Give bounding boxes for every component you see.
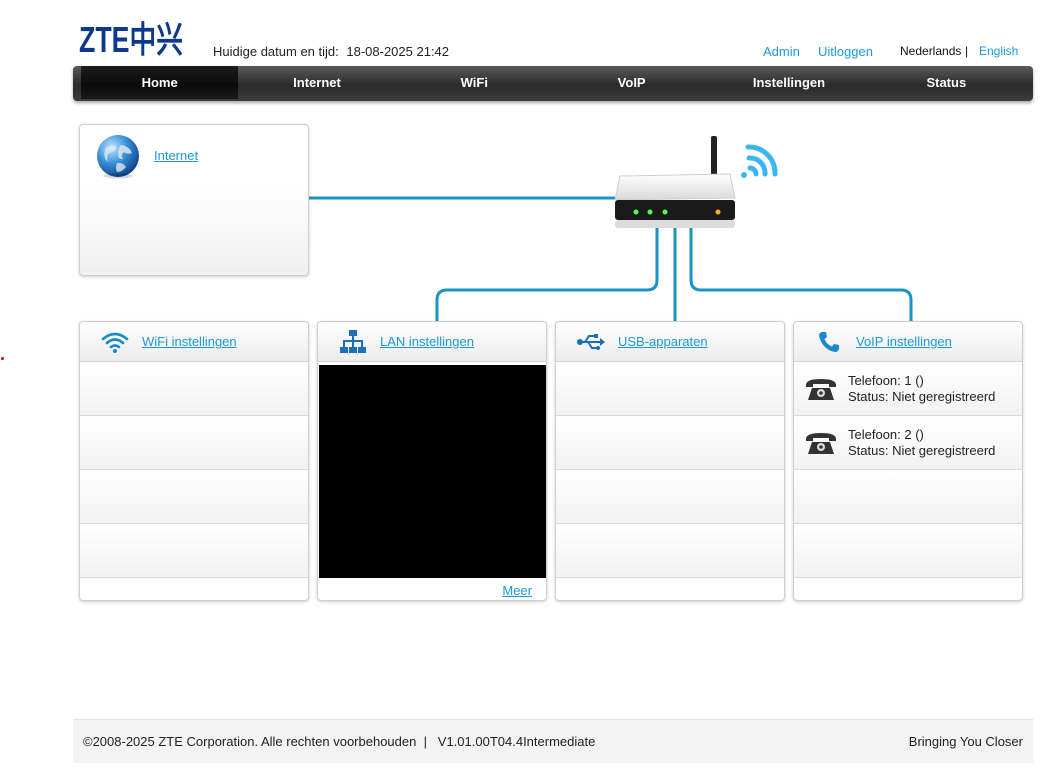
usb-card: USB-apparaten — [555, 321, 785, 601]
list-item — [556, 362, 784, 416]
router-icon — [614, 136, 778, 228]
lang-english-link[interactable]: English — [979, 44, 1018, 58]
current-datetime: Huidige datum en tijd: 18-08-2025 21:42 — [213, 44, 449, 59]
tab-internet[interactable]: Internet — [238, 66, 395, 99]
phone-line-2: Telefoon: 2 () Status: Niet geregistreer… — [794, 416, 1022, 470]
tab-wifi[interactable]: WiFi — [396, 66, 553, 99]
list-item — [80, 524, 308, 578]
usb-card-header: USB-apparaten — [556, 322, 784, 362]
wifi-settings-link[interactable]: WiFi instellingen — [142, 334, 237, 349]
lang-dutch[interactable]: Nederlands — [900, 44, 961, 58]
footer-slogan: Bringing You Closer — [908, 734, 1023, 749]
internet-link[interactable]: Internet — [154, 148, 198, 163]
lan-card-header: LAN instellingen — [318, 322, 546, 362]
zte-logo: ZTE中兴 — [79, 19, 183, 57]
tab-home[interactable]: Home — [81, 66, 239, 99]
tab-voip[interactable]: VoIP — [553, 66, 710, 99]
wifi-icon — [100, 329, 130, 355]
admin-link[interactable]: Admin — [763, 44, 800, 59]
list-item — [794, 470, 1022, 524]
network-icon — [338, 329, 368, 355]
lan-settings-link[interactable]: LAN instellingen — [380, 334, 474, 349]
usb-icon — [576, 329, 606, 355]
svg-text:ZTE中兴: ZTE中兴 — [79, 19, 183, 57]
usb-devices-link[interactable]: USB-apparaten — [618, 334, 708, 349]
lan-card: LAN instellingen Meer — [317, 321, 547, 601]
voip-card-header: VoIP instellingen — [794, 322, 1022, 362]
list-item — [556, 416, 784, 470]
telephone-icon — [806, 378, 836, 400]
phone-line-1: Telefoon: 1 () Status: Niet geregistreer… — [794, 362, 1022, 416]
tab-status[interactable]: Status — [868, 66, 1025, 99]
phone-line-status: Status: Niet geregistreerd — [848, 442, 996, 458]
list-item — [556, 470, 784, 524]
footer: ©2008-2025 ZTE Corporation. Alle rechten… — [73, 719, 1033, 763]
lan-content-area — [319, 365, 546, 578]
voip-settings-link[interactable]: VoIP instellingen — [856, 334, 952, 349]
phone-line-label: Telefoon: 1 () — [848, 372, 924, 388]
lan-more-link[interactable]: Meer — [502, 583, 532, 598]
phone-line-label: Telefoon: 2 () — [848, 426, 924, 442]
internet-panel: Internet — [79, 124, 309, 276]
wifi-card-header: WiFi instellingen — [80, 322, 308, 362]
lang-separator: | — [965, 44, 969, 58]
wifi-card: WiFi instellingen — [79, 321, 309, 601]
datetime-value: 18-08-2025 21:42 — [346, 44, 450, 59]
list-item — [80, 416, 308, 470]
list-item — [794, 524, 1022, 578]
footer-copyright: ©2008-2025 ZTE Corporation. Alle rechten… — [83, 734, 596, 749]
voip-card: VoIP instellingen Telefoon: 1 () Status:… — [793, 321, 1023, 601]
telephone-icon — [806, 432, 836, 454]
list-item — [556, 524, 784, 578]
phone-handset-icon — [814, 329, 844, 355]
logout-link[interactable]: Uitloggen — [818, 44, 873, 59]
datetime-label: Huidige datum en tijd: — [213, 44, 339, 59]
tab-instellingen[interactable]: Instellingen — [710, 66, 867, 99]
phone-line-status: Status: Niet geregistreerd — [848, 388, 996, 404]
list-item — [80, 470, 308, 524]
main-nav: Home Internet WiFi VoIP Instellingen Sta… — [73, 66, 1033, 101]
list-item — [80, 362, 308, 416]
globe-icon — [97, 135, 139, 179]
stray-dot — [1, 357, 4, 360]
